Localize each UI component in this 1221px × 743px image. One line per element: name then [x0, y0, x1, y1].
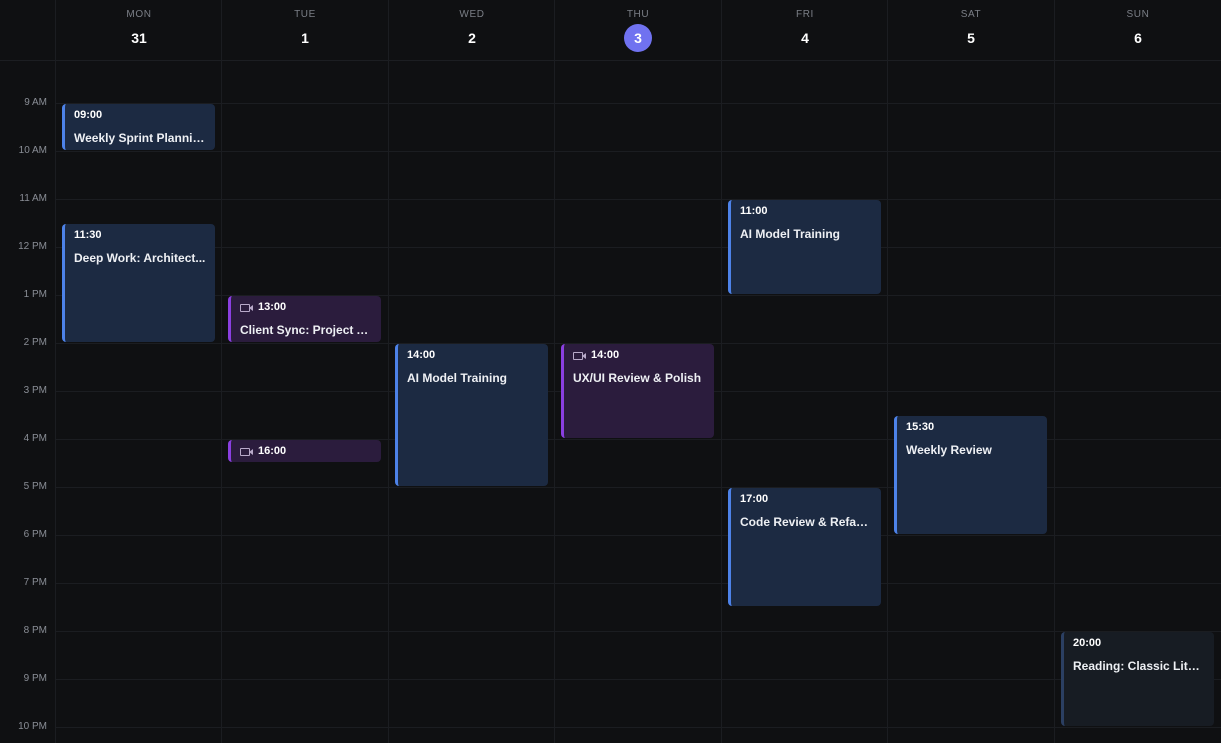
day-header-sat[interactable]: SAT 5 [888, 0, 1054, 60]
time-label: 8 PM [23, 625, 47, 636]
time-label: 3 PM [23, 385, 47, 396]
event-time-row: 15:30 [906, 421, 1039, 433]
date-number[interactable]: 6 [1124, 24, 1152, 52]
event-title: AI Model Training [740, 227, 841, 241]
hour-gridline [55, 535, 1221, 536]
time-label: 10 PM [18, 721, 47, 732]
day-header-tue[interactable]: TUE 1 [222, 0, 388, 60]
calendar-event[interactable]: 14:00 AI Model Training [395, 344, 548, 486]
date-number[interactable]: 1 [291, 24, 319, 52]
event-time: 16:00 [258, 445, 287, 457]
column-divider [55, 0, 56, 743]
hour-gridline [55, 151, 1221, 152]
calendar-event[interactable]: 17:00 Code Review & Refact... [728, 488, 881, 606]
hour-gridline [55, 583, 1221, 584]
time-label: 9 PM [23, 673, 47, 684]
column-divider [388, 0, 389, 743]
hour-gridline [55, 247, 1221, 248]
date-number[interactable]: 5 [957, 24, 985, 52]
day-of-week-label: MON [126, 9, 152, 20]
time-label: 5 PM [23, 481, 47, 492]
event-time: 09:00 [74, 109, 103, 121]
day-of-week-label: TUE [294, 9, 316, 20]
hour-gridline [55, 727, 1221, 728]
event-time-row: 20:00 [1073, 637, 1206, 649]
calendar-event[interactable]: 20:00 Reading: Classic Liter... [1061, 632, 1214, 726]
time-label: 7 PM [23, 577, 47, 588]
hour-gridline [55, 631, 1221, 632]
event-time-row: 13:00 [240, 301, 373, 313]
time-label: 9 AM [24, 97, 47, 108]
event-title: Deep Work: Architect... [74, 251, 206, 265]
event-time: 11:00 [740, 205, 768, 217]
event-time: 11:30 [74, 229, 102, 241]
calendar-event[interactable]: 16:00 [228, 440, 381, 462]
event-title: Code Review & Refact... [740, 515, 873, 529]
event-time-row: 17:00 [740, 493, 873, 505]
time-label: 10 AM [18, 145, 47, 156]
date-number[interactable]: 2 [458, 24, 486, 52]
day-of-week-label: SUN [1126, 9, 1150, 20]
hour-gridline [55, 199, 1221, 200]
time-label: 6 PM [23, 529, 47, 540]
event-title: UX/UI Review & Polish [573, 371, 702, 385]
today-date-badge[interactable]: 3 [624, 24, 652, 52]
calendar-event[interactable]: 09:00 Weekly Sprint Planning [62, 104, 215, 150]
time-grid[interactable]: 9 AM 10 AM 11 AM 12 PM 1 PM 2 PM 3 PM 4 PM 5 PM 6… [0, 61, 1221, 743]
date-number[interactable]: 31 [125, 24, 153, 52]
event-title: AI Model Training [407, 371, 508, 385]
hour-gridline [55, 103, 1221, 104]
day-header-sun[interactable]: SUN 6 [1055, 0, 1221, 60]
week-calendar: MON 31 TUE 1 WED 2 THU 3 FRI 4 SAT 5 SUN 6 9 AM 10 AM 1… [0, 0, 1221, 743]
column-divider [721, 0, 722, 743]
event-time: 14:00 [407, 349, 436, 361]
column-divider [554, 0, 555, 743]
day-of-week-label: WED [459, 9, 485, 20]
event-time-row: 16:00 [240, 445, 373, 457]
event-time: 17:00 [740, 493, 769, 505]
event-time-row: 09:00 [74, 109, 207, 121]
time-label: 4 PM [23, 433, 47, 444]
day-header-mon[interactable]: MON 31 [56, 0, 222, 60]
calendar-event[interactable]: 11:00 AI Model Training [728, 200, 881, 294]
day-header-fri[interactable]: FRI 4 [722, 0, 888, 60]
date-number[interactable]: 4 [791, 24, 819, 52]
day-of-week-label: THU [626, 9, 650, 20]
event-time-row: 14:00 [407, 349, 540, 361]
time-label: 11 AM [19, 193, 47, 204]
day-of-week-label: FRI [796, 9, 814, 20]
event-time-row: 14:00 [573, 349, 706, 361]
video-camera-icon [573, 351, 586, 360]
column-divider [221, 0, 222, 743]
video-camera-icon [240, 447, 253, 456]
calendar-event[interactable]: 13:00 Client Sync: Project Al... [228, 296, 381, 342]
column-divider [1054, 0, 1055, 743]
event-title: Weekly Review [906, 443, 992, 457]
calendar-event[interactable]: 11:30 Deep Work: Architect... [62, 224, 215, 342]
event-time-row: 11:30 [74, 229, 207, 241]
time-label: 2 PM [23, 337, 47, 348]
time-label: 1 PM [23, 289, 47, 300]
event-time: 13:00 [258, 301, 287, 313]
calendar-event[interactable]: 15:30 Weekly Review [894, 416, 1047, 534]
calendar-event[interactable]: 14:00 UX/UI Review & Polish [561, 344, 714, 438]
day-header-thu[interactable]: THU 3 [555, 0, 721, 60]
column-divider [887, 0, 888, 743]
event-time: 20:00 [1073, 637, 1102, 649]
event-time-row: 11:00 [740, 205, 873, 217]
time-label: 12 PM [18, 241, 47, 252]
hour-gridline [55, 679, 1221, 680]
event-title: Client Sync: Project Al... [240, 323, 373, 337]
day-header-row: MON 31 TUE 1 WED 2 THU 3 FRI 4 SAT 5 SUN 6 [0, 0, 1221, 61]
day-of-week-label: SAT [960, 9, 982, 20]
event-title: Weekly Sprint Planning [74, 131, 207, 145]
event-time: 14:00 [591, 349, 620, 361]
event-title: Reading: Classic Liter... [1073, 659, 1206, 673]
event-time: 15:30 [906, 421, 935, 433]
day-header-wed[interactable]: WED 2 [389, 0, 555, 60]
video-camera-icon [240, 303, 253, 312]
